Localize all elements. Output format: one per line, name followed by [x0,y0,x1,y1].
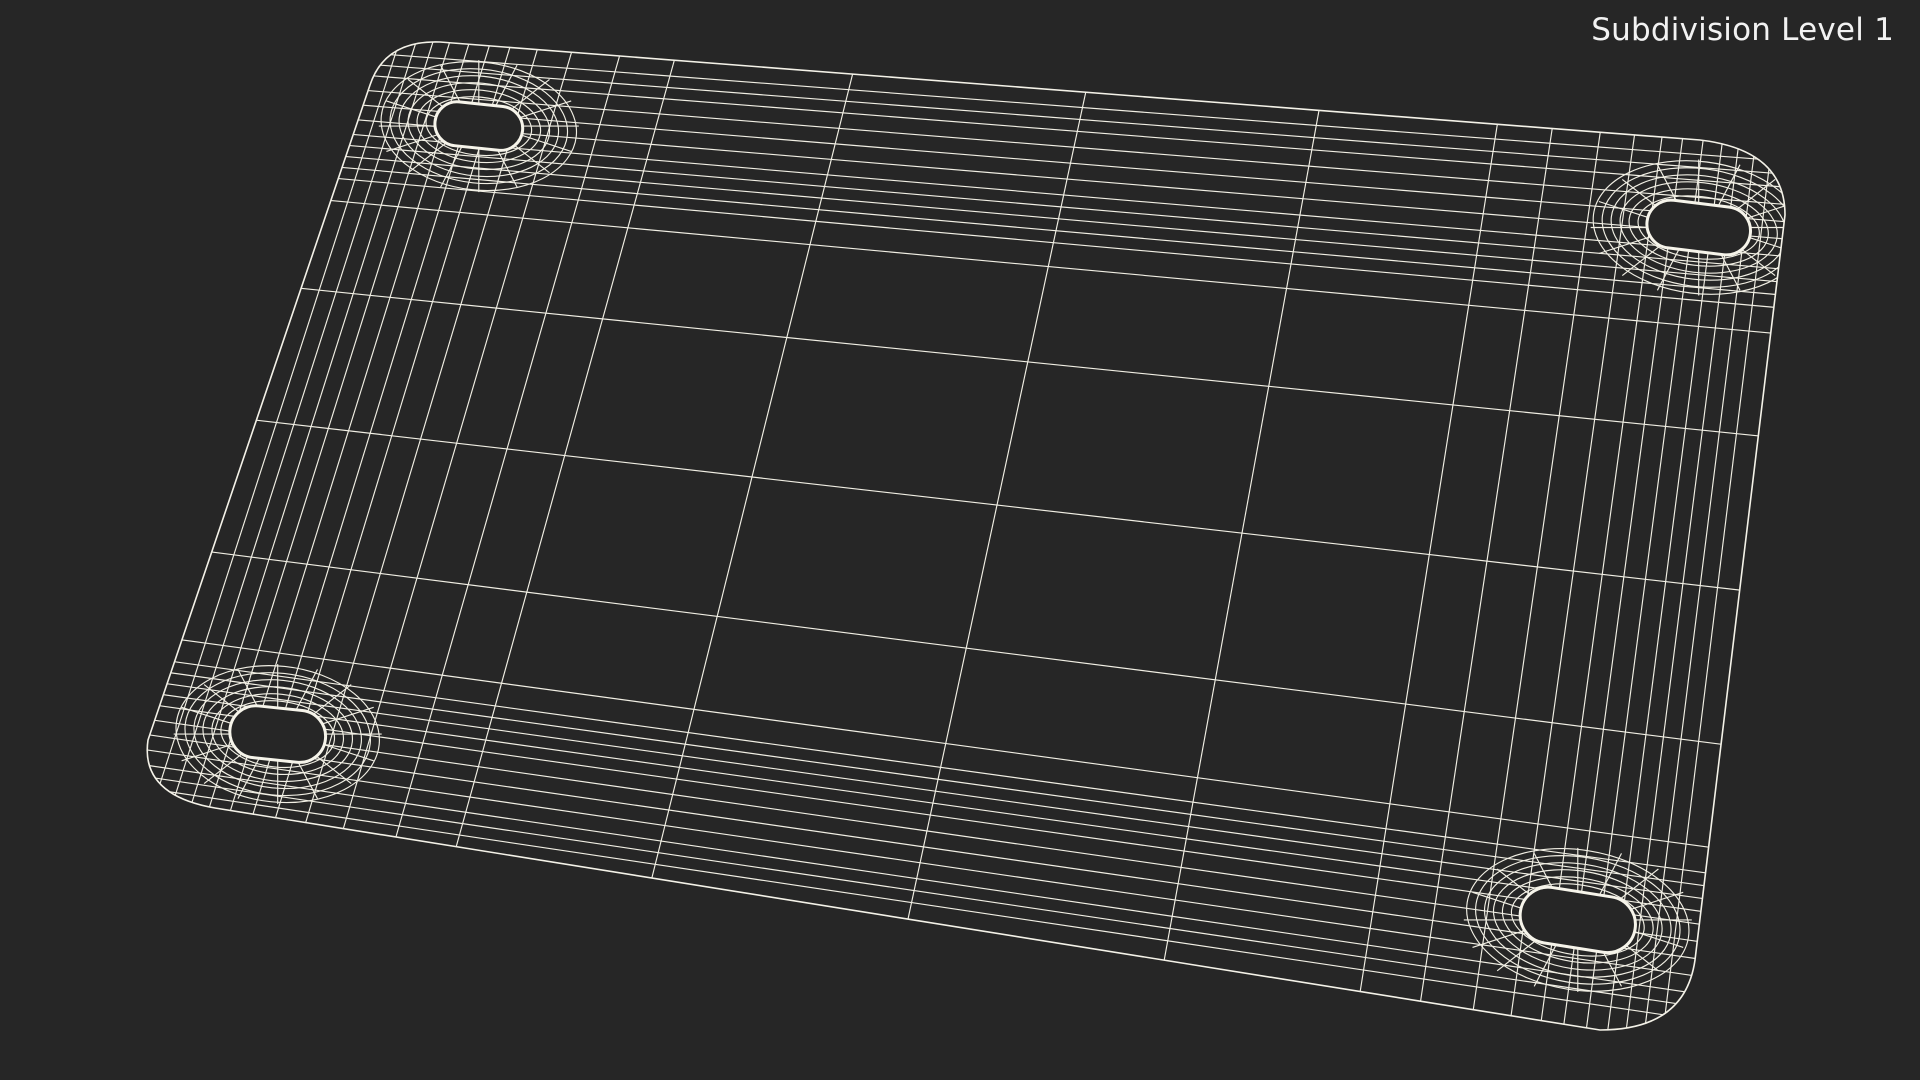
plate-surface [146,41,1786,1031]
mesh-edge-v [248,282,1786,442]
hole-spoke-edge [1631,891,1684,910]
3d-viewport[interactable]: Subdivision Level 1 [0,0,1920,1080]
mesh-edge-v [318,71,1786,192]
mesh-edge-v [160,544,1772,752]
hole-spoke-edge [1472,930,1525,948]
mesh-edge-v [147,756,1744,1001]
mesh-edge-v [304,114,1786,244]
mounting-hole [433,100,525,152]
mesh-edge-v [295,140,1786,274]
mesh-edge-v [204,413,1786,597]
mesh-edge-v [147,654,1758,881]
mesh-edge-v [147,687,1753,920]
mesh-edge-v [147,778,1741,1027]
mesh-edge-v [147,665,1756,894]
mesh-edge-v [147,632,1761,855]
mounting-holes [228,100,1752,955]
mesh-edge-v [322,60,1786,179]
plate-wireframe-mesh [146,41,1786,1031]
mesh-edge-v [147,767,1742,1014]
hole-spoke-edge [181,706,234,725]
mounting-hole [228,704,328,764]
mounting-hole [1518,885,1637,955]
